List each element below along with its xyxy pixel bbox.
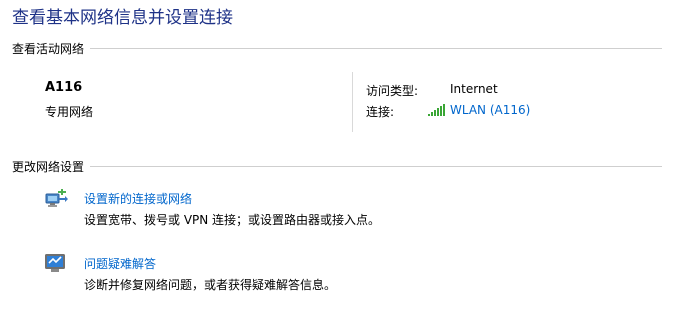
active-networks-header: 查看活动网络: [12, 40, 662, 56]
access-type-label: 访问类型:: [366, 84, 419, 98]
section-divider: [90, 165, 662, 167]
network-type: 专用网络: [45, 105, 94, 119]
setup-connection-description: 设置宽带、拨号或 VPN 连接；或设置路由器或接入点。: [84, 213, 381, 227]
access-type-value: Internet: [450, 82, 498, 96]
new-connection-icon[interactable]: [44, 188, 68, 210]
connection-value[interactable]: WLAN (A116): [450, 103, 530, 117]
setup-connection-link[interactable]: 设置新的连接或网络: [84, 190, 192, 207]
section-divider: [90, 47, 662, 49]
network-divider: [352, 72, 353, 132]
troubleshoot-icon[interactable]: [44, 253, 66, 275]
page-title: 查看基本网络信息并设置连接: [12, 8, 233, 28]
network-name: A116: [45, 80, 83, 95]
connection-link[interactable]: WLAN (A116): [428, 103, 530, 117]
troubleshoot-description: 诊断并修复网络问题，或者获得疑难解答信息。: [84, 278, 337, 292]
active-networks-label: 查看活动网络: [12, 41, 85, 56]
troubleshoot-link[interactable]: 问题疑难解答: [84, 255, 156, 272]
connection-label: 连接:: [366, 105, 395, 119]
change-settings-header: 更改网络设置: [12, 158, 662, 174]
wifi-signal-icon: [428, 104, 446, 116]
change-settings-label: 更改网络设置: [12, 159, 85, 174]
